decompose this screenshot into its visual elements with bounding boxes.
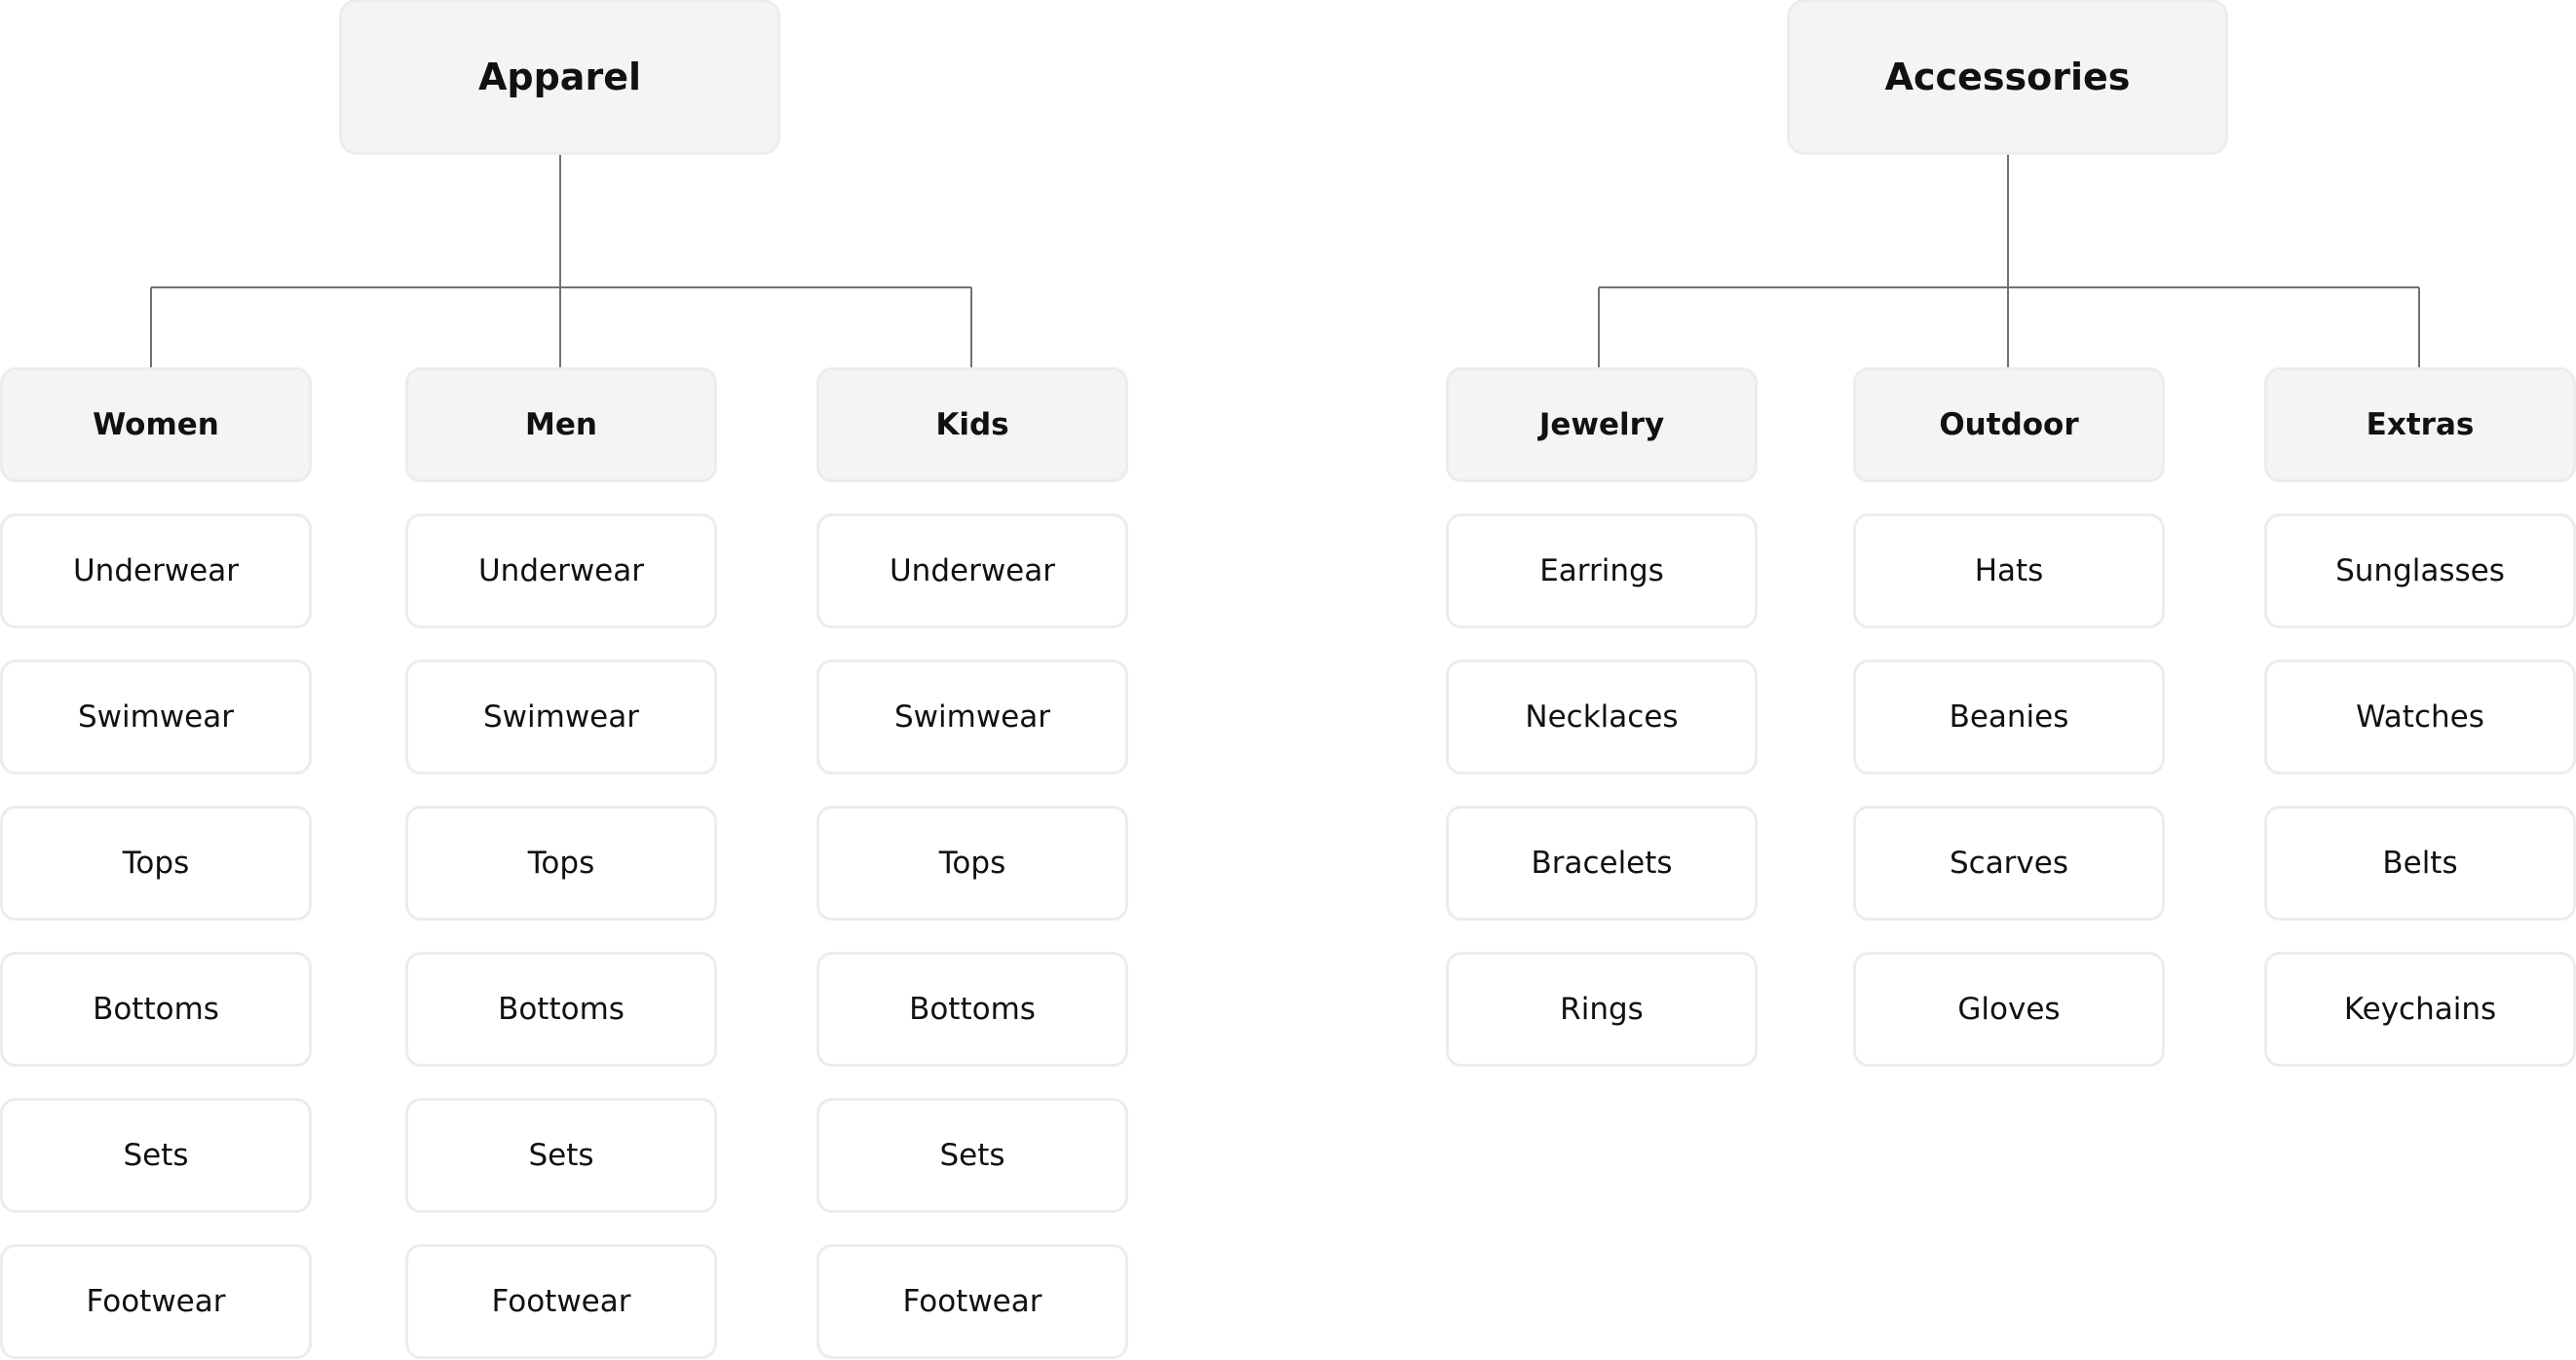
group-node-outdoor[interactable]: Outdoor — [1853, 367, 2165, 482]
group-node-extras[interactable]: Extras — [2264, 367, 2576, 482]
root-node-accessories[interactable]: Accessories — [1787, 0, 2228, 155]
leaf-node[interactable]: Bottoms — [405, 952, 717, 1067]
leaf-node[interactable]: Hats — [1853, 513, 2165, 628]
leaf-label: Beanies — [1949, 699, 2069, 735]
leaf-node[interactable]: Tops — [0, 806, 312, 921]
leaf-label: Tops — [527, 846, 595, 881]
group-label: Kids — [935, 407, 1009, 442]
leaf-node[interactable]: Footwear — [405, 1244, 717, 1359]
leaf-label: Bottoms — [93, 992, 219, 1027]
leaf-node[interactable]: Swimwear — [0, 660, 312, 774]
leaf-label: Earrings — [1539, 553, 1664, 588]
group-node-jewelry[interactable]: Jewelry — [1446, 367, 1758, 482]
leaf-label: Watches — [2356, 699, 2484, 735]
leaf-node[interactable]: Watches — [2264, 660, 2576, 774]
leaf-label: Bottoms — [909, 992, 1036, 1027]
root-node-apparel[interactable]: Apparel — [339, 0, 780, 155]
leaf-label: Scarves — [1949, 846, 2069, 881]
leaf-label: Tops — [938, 846, 1006, 881]
leaf-label: Sets — [123, 1138, 189, 1173]
group-label: Men — [525, 407, 597, 442]
leaf-node[interactable]: Sunglasses — [2264, 513, 2576, 628]
leaf-node[interactable]: Bottoms — [0, 952, 312, 1067]
leaf-label: Rings — [1560, 992, 1644, 1027]
leaf-label: Bracelets — [1531, 846, 1673, 881]
connector-lines — [150, 155, 2420, 367]
leaf-node[interactable]: Footwear — [816, 1244, 1128, 1359]
leaf-label: Tops — [122, 846, 190, 881]
leaf-label: Footwear — [86, 1284, 226, 1319]
leaf-node[interactable]: Keychains — [2264, 952, 2576, 1067]
leaf-node[interactable]: Bottoms — [816, 952, 1128, 1067]
leaf-node[interactable]: Sets — [0, 1098, 312, 1213]
leaf-label: Footwear — [491, 1284, 631, 1319]
leaf-label: Necklaces — [1525, 699, 1679, 735]
leaf-label: Underwear — [72, 553, 239, 588]
leaf-label: Sets — [939, 1138, 1005, 1173]
group-node-men[interactable]: Men — [405, 367, 717, 482]
leaf-node[interactable]: Underwear — [816, 513, 1128, 628]
group-label: Outdoor — [1939, 407, 2079, 442]
leaf-node[interactable]: Swimwear — [405, 660, 717, 774]
leaf-node[interactable]: Bracelets — [1446, 806, 1758, 921]
leaf-label: Footwear — [902, 1284, 1042, 1319]
leaf-node[interactable]: Belts — [2264, 806, 2576, 921]
leaf-label: Underwear — [889, 553, 1055, 588]
leaf-label: Bottoms — [498, 992, 625, 1027]
leaf-node[interactable]: Sets — [816, 1098, 1128, 1213]
leaf-node[interactable]: Underwear — [405, 513, 717, 628]
group-node-kids[interactable]: Kids — [816, 367, 1128, 482]
leaf-node[interactable]: Swimwear — [816, 660, 1128, 774]
root-label: Accessories — [1884, 56, 2131, 98]
leaf-node[interactable]: Tops — [405, 806, 717, 921]
leaf-node[interactable]: Scarves — [1853, 806, 2165, 921]
leaf-label: Underwear — [477, 553, 644, 588]
leaf-label: Swimwear — [482, 699, 639, 735]
group-label: Jewelry — [1538, 407, 1665, 442]
leaf-label: Hats — [1974, 553, 2044, 588]
leaf-label: Sets — [528, 1138, 594, 1173]
leaf-label: Swimwear — [77, 699, 234, 735]
group-label: Extras — [2366, 407, 2475, 442]
leaf-node[interactable]: Beanies — [1853, 660, 2165, 774]
group-label: Women — [93, 407, 219, 442]
leaf-node[interactable]: Tops — [816, 806, 1128, 921]
leaf-node[interactable]: Sets — [405, 1098, 717, 1213]
leaf-label: Sunglasses — [2335, 553, 2505, 588]
leaf-label: Belts — [2382, 846, 2458, 881]
leaf-node[interactable]: Necklaces — [1446, 660, 1758, 774]
group-node-women[interactable]: Women — [0, 367, 312, 482]
leaf-label: Keychains — [2343, 992, 2497, 1027]
leaf-label: Swimwear — [893, 699, 1050, 735]
leaf-label: Gloves — [1957, 992, 2061, 1027]
leaf-node[interactable]: Earrings — [1446, 513, 1758, 628]
leaf-node[interactable]: Footwear — [0, 1244, 312, 1359]
leaf-node[interactable]: Gloves — [1853, 952, 2165, 1067]
leaf-node[interactable]: Rings — [1446, 952, 1758, 1067]
root-label: Apparel — [478, 56, 641, 98]
leaf-node[interactable]: Underwear — [0, 513, 312, 628]
